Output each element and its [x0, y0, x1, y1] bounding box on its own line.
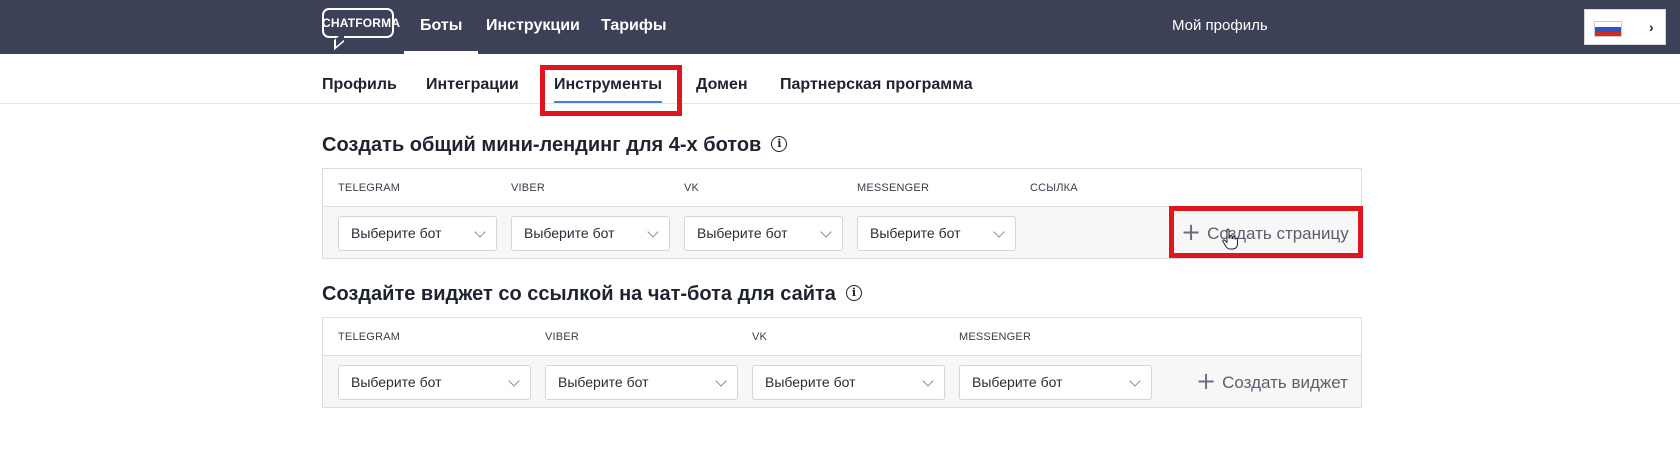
- telegram-bot-select[interactable]: Выберите бот: [338, 365, 531, 400]
- telegram-bot-select[interactable]: Выберите бот: [338, 216, 497, 251]
- tab-partner-program[interactable]: Партнерская программа: [780, 76, 973, 94]
- nav-item-tariffs[interactable]: Тарифы: [601, 0, 667, 54]
- tab-profile-label: Профиль: [322, 76, 397, 93]
- widget-panel-body: Выберите бот Выберите бот Выберите бот В…: [323, 356, 1361, 407]
- col-label-telegram: TELEGRAM: [338, 331, 401, 343]
- messenger-bot-select[interactable]: Выберите бот: [857, 216, 1016, 251]
- tab-integrations-label: Интеграции: [426, 76, 519, 93]
- nav-item-bots[interactable]: Боты: [403, 0, 479, 54]
- tab-domain-label: Домен: [696, 76, 748, 93]
- chevron-right-icon: ›: [1649, 19, 1654, 35]
- chevron-down-icon: [922, 375, 934, 387]
- top-navbar: CHATFORMA Боты Инструкции Тарифы Мой про…: [0, 0, 1680, 54]
- highlight-box-tools-tab: [540, 65, 682, 116]
- chevron-down-icon: [474, 226, 486, 238]
- logo-text: CHATFORMA: [322, 16, 401, 30]
- hand-cursor-icon: [1222, 228, 1238, 250]
- viber-bot-select[interactable]: Выберите бот: [545, 365, 738, 400]
- select-value: Выберите бот: [351, 374, 442, 390]
- tab-integrations[interactable]: Интеграции: [426, 76, 519, 94]
- select-value: Выберите бот: [765, 374, 856, 390]
- chevron-down-icon: [820, 226, 832, 238]
- russia-flag-icon: [1594, 21, 1622, 37]
- my-profile-link[interactable]: Мой профиль: [1172, 0, 1268, 52]
- plus-icon: +: [1196, 367, 1217, 396]
- widget-section-title: Создайте виджет со ссылкой на чат-бота д…: [322, 283, 862, 306]
- landing-panel-header: TELEGRAM VIBER VK MESSENGER ССЫЛКА: [323, 169, 1361, 207]
- nav-item-instructions[interactable]: Инструкции: [486, 0, 580, 54]
- viber-bot-select[interactable]: Выберите бот: [511, 216, 670, 251]
- settings-tabs: Профиль Интеграции Инструменты Домен Пар…: [0, 54, 1680, 104]
- language-selector[interactable]: ›: [1584, 9, 1666, 45]
- col-label-telegram: TELEGRAM: [338, 182, 401, 194]
- col-label-messenger: MESSENGER: [857, 182, 930, 194]
- tab-domain[interactable]: Домен: [696, 76, 748, 94]
- messenger-bot-select[interactable]: Выберите бот: [959, 365, 1152, 400]
- chevron-down-icon: [993, 226, 1005, 238]
- select-value: Выберите бот: [524, 225, 615, 241]
- landing-title-text: Создать общий мини-лендинг для 4-х ботов: [322, 134, 762, 156]
- select-value: Выберите бот: [697, 225, 788, 241]
- select-value: Выберите бот: [870, 225, 961, 241]
- tab-profile[interactable]: Профиль: [322, 76, 397, 94]
- col-label-vk: VK: [684, 182, 700, 194]
- widget-panel-header: TELEGRAM VIBER VK MESSENGER: [323, 318, 1361, 356]
- select-value: Выберите бот: [972, 374, 1063, 390]
- chevron-down-icon: [647, 226, 659, 238]
- create-widget-label: Создать виджет: [1222, 373, 1348, 392]
- chatforma-logo[interactable]: CHATFORMA: [322, 8, 401, 51]
- info-icon[interactable]: i: [771, 135, 788, 152]
- info-icon[interactable]: i: [845, 284, 862, 301]
- col-label-viber: VIBER: [545, 331, 580, 343]
- widget-panel: TELEGRAM VIBER VK MESSENGER Выберите бот…: [322, 317, 1362, 408]
- col-label-viber: VIBER: [511, 182, 546, 194]
- chevron-down-icon: [508, 375, 520, 387]
- landing-section-title: Создать общий мини-лендинг для 4-х ботов…: [322, 134, 788, 157]
- chevron-down-icon: [1129, 375, 1141, 387]
- select-value: Выберите бот: [558, 374, 649, 390]
- highlight-box-create-page: [1169, 206, 1363, 258]
- vk-bot-select[interactable]: Выберите бот: [752, 365, 945, 400]
- col-label-link: ССЫЛКА: [1030, 182, 1078, 194]
- vk-bot-select[interactable]: Выберите бот: [684, 216, 843, 251]
- select-value: Выберите бот: [351, 225, 442, 241]
- col-label-messenger: MESSENGER: [959, 331, 1032, 343]
- col-label-vk: VK: [752, 331, 768, 343]
- widget-title-text: Создайте виджет со ссылкой на чат-бота д…: [322, 283, 836, 305]
- tab-partner-program-label: Партнерская программа: [780, 76, 973, 93]
- create-widget-button[interactable]: + Создать виджет: [1196, 365, 1348, 400]
- chevron-down-icon: [715, 375, 727, 387]
